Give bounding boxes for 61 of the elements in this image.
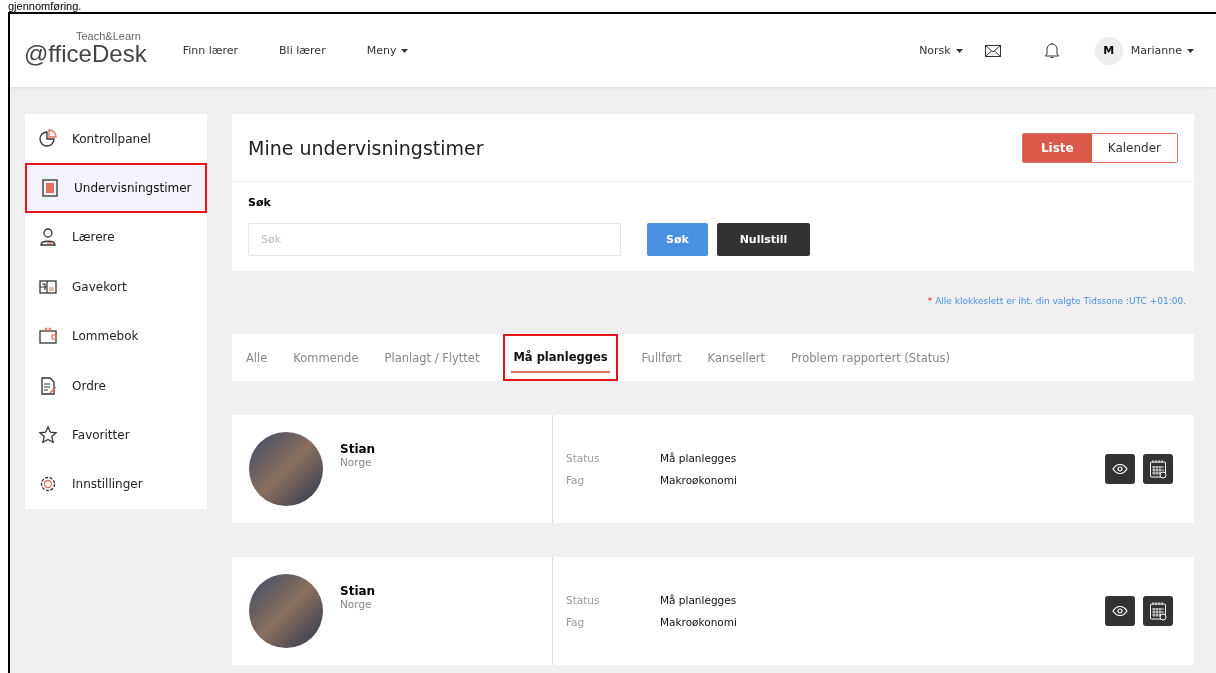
view-toggle-button[interactable]: Liste — [1022, 133, 1092, 162]
schedule-button[interactable] — [1143, 454, 1173, 484]
field-label: Fag — [566, 474, 586, 486]
caret-icon — [1187, 48, 1194, 53]
tab[interactable]: Fullført — [639, 334, 684, 381]
field-value: Makroøkonomi — [660, 616, 738, 628]
language-dropdown[interactable]: Norsk — [919, 44, 963, 57]
sidebar-label: Gavekort — [72, 279, 127, 294]
tab[interactable]: Problem rapportert (Status) — [789, 334, 952, 381]
document-icon — [40, 178, 60, 199]
view-button[interactable] — [1105, 596, 1135, 626]
sidebar-item[interactable]: Undervisningstimer — [27, 165, 205, 211]
document-pencil-icon — [38, 375, 58, 396]
nav-link[interactable]: Finn lærer — [182, 44, 239, 57]
reset-button[interactable]: Nullstill — [717, 223, 810, 256]
sidebar-label: Ordre — [72, 378, 106, 393]
menu-dropdown[interactable]: Meny — [366, 44, 409, 57]
mail-button[interactable] — [984, 44, 1001, 57]
calendar-icon — [1149, 601, 1167, 621]
schedule-button[interactable] — [1143, 596, 1173, 626]
search-field[interactable]: Søk — [248, 223, 621, 256]
person-icon — [38, 227, 58, 248]
teacher-country: Norge — [340, 456, 373, 468]
tab[interactable]: Må planlegges — [511, 342, 610, 373]
field-label: Fag — [566, 616, 586, 628]
eye-icon — [1112, 464, 1128, 474]
pie-chart-icon — [38, 128, 58, 149]
page-title: Mine undervisningstimer — [248, 136, 484, 159]
timezone-note: * Alle klokkeslett er iht. din valgte Tidssone :UTC +01:00. — [927, 296, 1186, 306]
sidebar-label: Innstillinger — [72, 477, 143, 492]
eye-icon — [1112, 606, 1128, 616]
field-value: Må planlegges — [660, 452, 738, 464]
sidebar-label: Lommebok — [72, 329, 139, 344]
field-value: Må planlegges — [660, 594, 738, 606]
nav-link[interactable]: Bli lærer — [279, 44, 326, 57]
sidebar-label: Kontrollpanel — [72, 131, 151, 146]
tab[interactable]: Kansellert — [705, 334, 768, 381]
teacher-name: Stian — [340, 442, 376, 456]
view-button[interactable] — [1105, 454, 1135, 484]
logo[interactable]: Teach&Learn @fficeDesk — [24, 33, 147, 68]
search-label: Søk — [248, 196, 272, 209]
calendar-icon — [1149, 459, 1167, 479]
caption-text: gjennomføring. — [7, 0, 83, 12]
star-icon — [38, 425, 58, 446]
sidebar-label: Favoritter — [72, 428, 130, 443]
field-label: Status — [566, 594, 601, 606]
bell-button[interactable] — [1044, 42, 1059, 59]
user-avatar[interactable]: M — [1094, 36, 1123, 65]
sidebar-label: Undervisningstimer — [74, 181, 192, 196]
field-value: Makroøkonomi — [660, 474, 738, 486]
tab[interactable]: Alle — [244, 334, 270, 381]
tab[interactable]: Planlagt / Flyttet — [382, 334, 482, 381]
user-menu[interactable]: Marianne — [1130, 44, 1194, 57]
caret-icon — [955, 48, 963, 53]
teacher-country: Norge — [340, 598, 373, 610]
wallet-icon — [38, 326, 58, 347]
caret-icon — [401, 48, 409, 53]
teacher-name: Stian — [340, 584, 376, 598]
sidebar-label: Lærere — [72, 230, 115, 245]
tab[interactable]: Kommende — [291, 334, 361, 381]
field-label: Status — [566, 452, 601, 464]
